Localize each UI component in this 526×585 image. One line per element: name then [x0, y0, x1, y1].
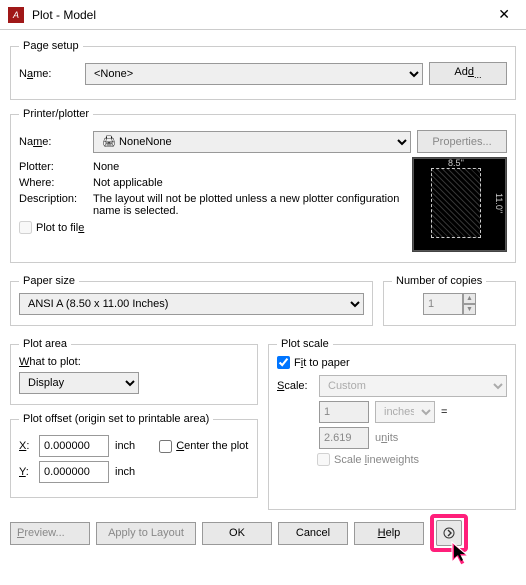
cursor-icon [448, 540, 478, 570]
drawing-units-input [319, 427, 369, 449]
scale-lineweights-label: Scale lineweights [317, 453, 507, 466]
page-setup-group: Page setup Name: <None> Add... [10, 40, 516, 100]
app-icon: A [8, 7, 24, 23]
plotter-label: Plotter: [19, 161, 87, 173]
plot-scale-group: Plot scale Fit to paper Scale: Custom in… [268, 338, 516, 510]
scale-unit-select: inches [375, 401, 435, 423]
equals-label: = [441, 406, 447, 418]
y-unit: inch [115, 466, 135, 478]
fit-to-paper-checkbox[interactable] [277, 356, 290, 369]
copies-group: Number of copies ▲ ▼ [383, 275, 516, 326]
plot-offset-legend: Plot offset (origin set to printable are… [19, 413, 213, 425]
paper-size-group: Paper size ANSI A (8.50 x 11.00 Inches) [10, 275, 373, 326]
scale-num-input [319, 401, 369, 423]
copies-up: ▲ [463, 293, 476, 304]
fit-to-paper-label[interactable]: Fit to paper [277, 356, 507, 369]
x-unit: inch [115, 440, 135, 452]
close-icon[interactable]: ✕ [490, 4, 518, 25]
y-label: Y: [19, 466, 33, 478]
scale-label: Scale: [277, 380, 313, 392]
page-setup-name-label: Name: [19, 68, 79, 80]
plot-area-group: Plot area What to plot: Display [10, 338, 258, 405]
copies-down: ▼ [463, 304, 476, 315]
paper-size-legend: Paper size [19, 275, 79, 287]
paper-size-select[interactable]: ANSI A (8.50 x 11.00 Inches) [19, 293, 364, 315]
plotter-value: None [93, 161, 119, 173]
apply-to-layout-button: Apply to Layout [96, 522, 196, 545]
properties-button: Properties... [417, 130, 507, 153]
where-value: Not applicable [93, 177, 163, 189]
scale-select: Custom [319, 375, 507, 397]
scale-lineweights-checkbox [317, 453, 330, 466]
preview-width-label: 8.5'' [431, 158, 481, 168]
desc-value: The layout will not be plotted unless a … [93, 193, 404, 217]
cancel-button[interactable]: Cancel [278, 522, 348, 545]
center-plot-label[interactable]: Center the plot [159, 440, 248, 453]
preview-button: Preview... [10, 522, 90, 545]
copies-input [423, 293, 463, 315]
plot-to-file-label: Plot to file [36, 222, 84, 234]
where-label: Where: [19, 177, 87, 189]
plot-to-file-checkbox [19, 221, 32, 234]
center-plot-checkbox[interactable] [159, 440, 172, 453]
paper-preview: 8.5'' 11.0'' [412, 157, 507, 252]
x-input[interactable] [39, 435, 109, 457]
window-title: Plot - Model [32, 8, 490, 22]
plot-area-legend: Plot area [19, 338, 71, 350]
copies-legend: Number of copies [392, 275, 486, 287]
preview-height-label: 11.0'' [494, 168, 504, 238]
printer-legend: Printer/plotter [19, 108, 93, 120]
help-button[interactable]: Help [354, 522, 424, 545]
plot-offset-group: Plot offset (origin set to printable are… [10, 413, 258, 498]
printer-group: Printer/plotter Name: 🖨 NoneNone Propert… [10, 108, 516, 263]
units-label: units [375, 432, 398, 444]
page-setup-legend: Page setup [19, 40, 83, 52]
printer-name-label: Name: [19, 136, 87, 148]
add-button[interactable]: Add... [429, 62, 507, 85]
plot-scale-legend: Plot scale [277, 338, 333, 350]
desc-label: Description: [19, 193, 87, 205]
printer-name-select[interactable]: 🖨 NoneNone [93, 131, 411, 153]
what-to-plot-label: What to plot: [19, 356, 249, 368]
titlebar: A Plot - Model ✕ [0, 0, 526, 30]
y-input[interactable] [39, 461, 109, 483]
ok-button[interactable]: OK [202, 522, 272, 545]
chevron-right-circle-icon [443, 527, 455, 539]
x-label: X: [19, 440, 33, 452]
what-to-plot-select[interactable]: Display [19, 372, 139, 394]
page-setup-name-select[interactable]: <None> [85, 63, 423, 85]
